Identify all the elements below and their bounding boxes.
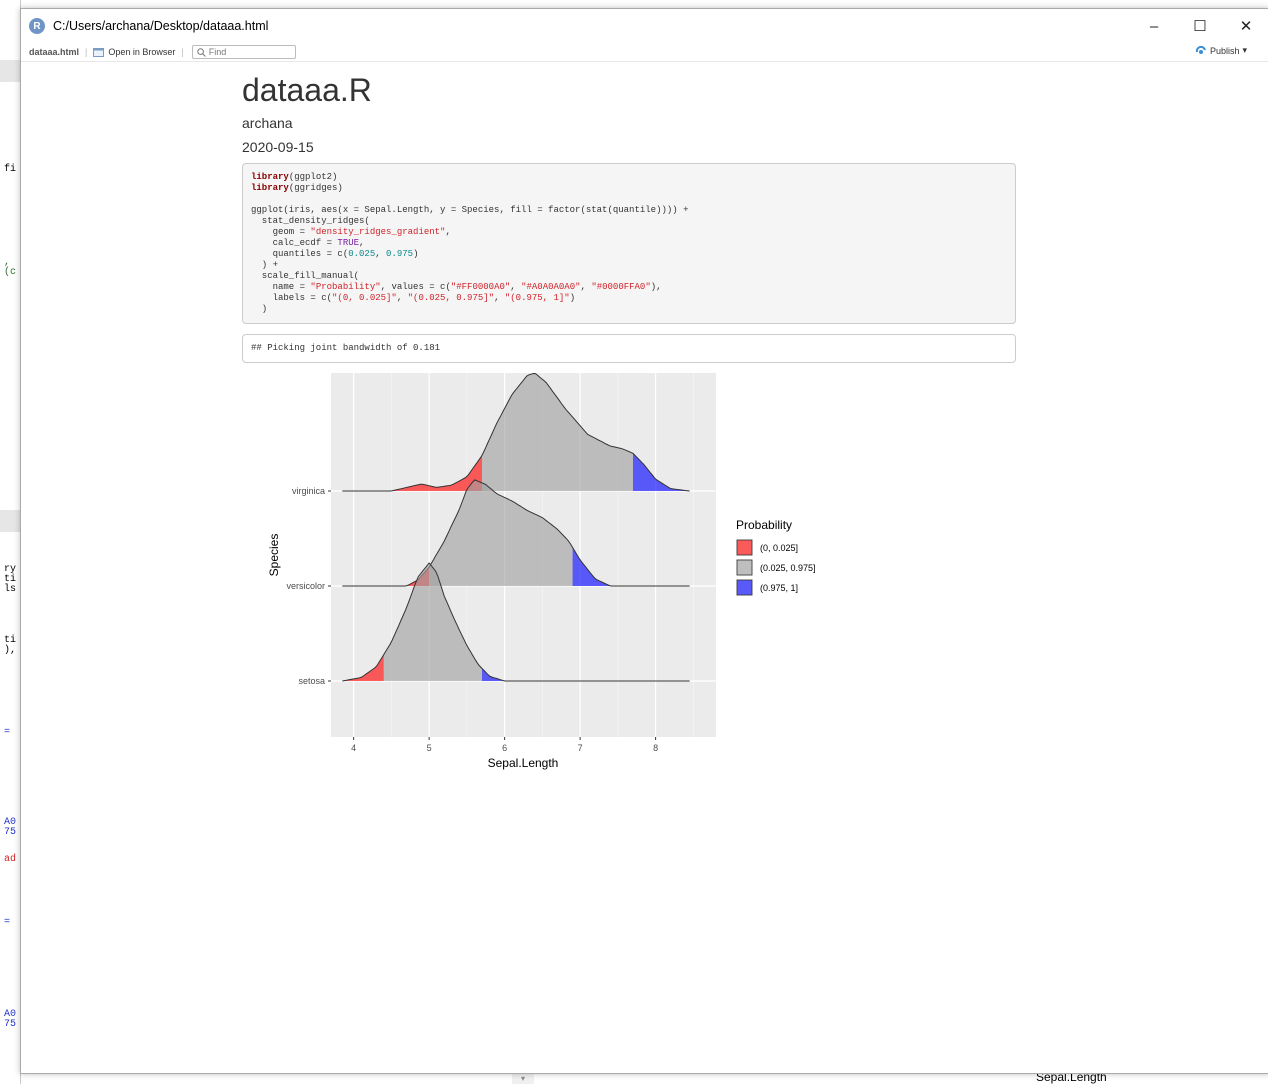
maximize-button[interactable]: ☐ xyxy=(1177,9,1223,43)
title-bar[interactable]: R C:/Users/archana/Desktop/dataaa.html –… xyxy=(21,9,1268,43)
legend-label: (0, 0.025] xyxy=(760,543,798,553)
ridgeline-chart: setosa versicolor virginica 4 5 6 7 8 Sepal.Le… xyxy=(267,372,816,770)
legend: Probability (0, 0.025] (0.025, 0.975] (0.9… xyxy=(736,518,816,596)
x-axis-title: Sepal.Length xyxy=(488,756,559,770)
code-fragment: fi xyxy=(4,164,17,175)
toolbar-divider: | xyxy=(181,47,184,57)
find-placeholder: Find xyxy=(208,47,227,57)
publish-icon xyxy=(1195,45,1206,54)
code-fragment: ry ti ls xyxy=(4,564,17,595)
x-tick-label: 8 xyxy=(653,743,658,753)
document-content: dataaa.R archana 2020-09-15 library(ggpl… xyxy=(242,64,1016,779)
code-fragment: = xyxy=(4,727,11,738)
y-tick-label: versicolor xyxy=(286,581,325,591)
code-fragment: A0 75 xyxy=(4,817,17,838)
code-block: library(ggplot2) library(ggridges) ggplo… xyxy=(242,163,1016,324)
editor-gutter-band xyxy=(0,510,20,532)
x-tick-label: 4 xyxy=(351,743,356,753)
minimize-button[interactable]: – xyxy=(1131,9,1177,43)
legend-key-2 xyxy=(736,559,753,576)
legend-label: (0.975, 1] xyxy=(760,583,798,593)
y-tick-label: setosa xyxy=(298,676,325,686)
x-tick-label: 6 xyxy=(502,743,507,753)
legend-label: (0.025, 0.975] xyxy=(760,563,816,573)
legend-title: Probability xyxy=(736,518,792,532)
legend-key-1 xyxy=(736,539,753,556)
document-title: dataaa.R xyxy=(242,72,372,108)
find-input[interactable]: Find xyxy=(191,45,296,59)
file-name-label: dataaa.html xyxy=(29,47,80,57)
y-axis: setosa versicolor virginica xyxy=(286,486,331,686)
toolbar-divider: | xyxy=(85,47,88,57)
x-tick-label: 7 xyxy=(578,743,583,753)
chevron-down-icon: ▾ xyxy=(1242,45,1247,55)
publish-label: Publish xyxy=(1209,45,1240,56)
code-fragment: , (c xyxy=(4,257,17,278)
search-icon xyxy=(197,47,206,57)
document-author: archana xyxy=(242,115,293,131)
viewer-toolbar: dataaa.html | Open in Browser | Find Pub… xyxy=(21,43,1268,62)
x-axis: 4 5 6 7 8 xyxy=(351,737,658,753)
code-fragment: ti ), xyxy=(4,635,17,656)
y-tick-label: virginica xyxy=(292,486,325,496)
code-fragment: = xyxy=(4,917,11,928)
open-in-browser-button[interactable]: Open in Browser xyxy=(93,47,175,57)
x-tick-label: 5 xyxy=(427,743,432,753)
open-in-browser-label: Open in Browser xyxy=(108,47,176,57)
code-fragment: A0 75 xyxy=(4,1009,17,1030)
publish-button[interactable]: Publish ▾ xyxy=(1195,45,1247,56)
r-app-icon: R xyxy=(29,18,45,34)
code-fragment: ad xyxy=(4,854,17,865)
browser-icon xyxy=(93,48,105,57)
editor-gutter-band xyxy=(0,60,20,82)
document-date: 2020-09-15 xyxy=(242,139,314,155)
close-button[interactable]: ✕ xyxy=(1223,9,1268,43)
legend-key-3 xyxy=(736,579,753,596)
console-output: ## Picking joint bandwidth of 0.181 xyxy=(242,334,1016,363)
y-axis-title: Species xyxy=(267,534,281,577)
window-title: C:/Users/archana/Desktop/dataaa.html xyxy=(53,19,269,33)
background-editor-strip: fi , (c ry ti ls ti ), = A0 75 ad = A0 7… xyxy=(0,0,21,1084)
